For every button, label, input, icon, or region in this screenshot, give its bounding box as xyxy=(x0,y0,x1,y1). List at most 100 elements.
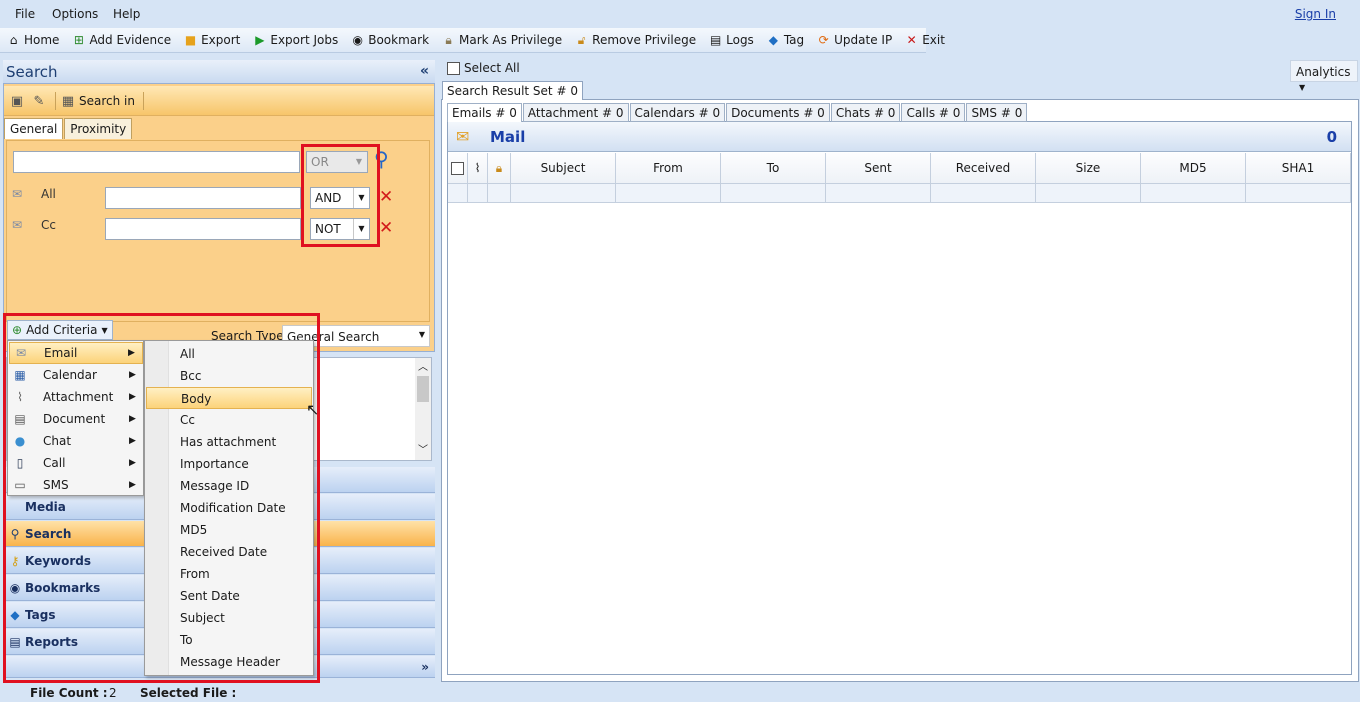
remove-privilege-button[interactable]: 🔓︎ Remove Privilege xyxy=(571,29,699,51)
chevron-down-icon: ▼ xyxy=(1299,83,1306,92)
export-jobs-button[interactable]: ▶ Export Jobs xyxy=(249,29,341,51)
search-icon[interactable]: ⚲ xyxy=(374,147,389,171)
field-modification-date[interactable]: Modification Date xyxy=(146,497,312,519)
mail-panel xyxy=(447,121,1352,675)
tab-attachment[interactable]: Attachment # 0 xyxy=(522,103,629,122)
field-md5[interactable]: MD5 xyxy=(146,519,312,541)
tab-chats[interactable]: Chats # 0 xyxy=(830,103,901,122)
criteria-cc-input[interactable] xyxy=(105,218,301,240)
menu-help[interactable]: Help xyxy=(113,7,140,21)
column-to[interactable]: To xyxy=(721,153,826,184)
category-document[interactable]: ▤ Document ▶ xyxy=(9,408,143,430)
field-message-id[interactable]: Message ID xyxy=(146,475,312,497)
exit-button[interactable]: ✕ Exit xyxy=(901,29,948,51)
select-column-header[interactable] xyxy=(448,153,468,184)
select-all-checkbox[interactable]: Select All xyxy=(447,61,520,75)
column-from[interactable]: From xyxy=(616,153,721,184)
add-criteria-button[interactable]: ⊕ Add Criteria ▼ xyxy=(7,320,113,340)
tab-emails[interactable]: Emails # 0 xyxy=(447,103,522,122)
tab-search-result-set[interactable]: Search Result Set # 0 xyxy=(442,81,583,100)
field-all[interactable]: All xyxy=(146,343,312,365)
eye-icon: ◉ xyxy=(9,580,21,595)
lock-icon[interactable]: 🔒︎ xyxy=(488,153,511,184)
menu-options[interactable]: Options xyxy=(52,7,98,21)
tab-proximity[interactable]: Proximity xyxy=(64,118,133,139)
chevron-down-icon[interactable]: ﹀ xyxy=(418,441,428,456)
category-call[interactable]: ▯ Call ▶ xyxy=(9,452,143,474)
document-icon: ▤ xyxy=(709,32,722,47)
field-bcc[interactable]: Bcc xyxy=(146,365,312,387)
key-icon: ⚷ xyxy=(10,553,20,568)
remove-criteria-cc-icon[interactable]: ✕ xyxy=(379,218,393,238)
export-button[interactable]: ■ Export xyxy=(180,29,243,51)
tab-documents[interactable]: Documents # 0 xyxy=(726,103,830,122)
chevron-right-icon: ▶ xyxy=(129,370,136,380)
home-button[interactable]: ⌂ Home xyxy=(3,29,62,51)
category-attachment[interactable]: ⌇ Attachment ▶ xyxy=(9,386,143,408)
collapse-icon[interactable]: « xyxy=(420,63,429,79)
paperclip-icon[interactable]: ⌇ xyxy=(468,153,488,184)
field-has-attachment[interactable]: Has attachment xyxy=(146,431,312,453)
field-received-date[interactable]: Received Date xyxy=(146,541,312,563)
chevron-right-icon: ▶ xyxy=(129,392,136,402)
field-sent-date[interactable]: Sent Date xyxy=(146,585,312,607)
update-ip-button[interactable]: ⟳ Update IP xyxy=(813,29,895,51)
tab-general[interactable]: General xyxy=(4,118,64,139)
category-email[interactable]: ✉ Email ▶ xyxy=(9,342,143,364)
field-body[interactable]: Body xyxy=(146,387,312,409)
chevron-right-icon: ▶ xyxy=(129,414,136,424)
category-chat[interactable]: ● Chat ▶ xyxy=(9,430,143,452)
field-importance[interactable]: Importance xyxy=(146,453,312,475)
chevron-down-icon: ▼ xyxy=(418,330,425,339)
criteria-all-input[interactable] xyxy=(105,187,301,209)
category-sms[interactable]: ▭ SMS ▶ xyxy=(9,474,143,496)
tab-calendars[interactable]: Calendars # 0 xyxy=(629,103,726,122)
sign-in-link[interactable]: Sign In xyxy=(1295,7,1336,21)
bookmark-button[interactable]: ◉ Bookmark xyxy=(347,29,432,51)
field-message-header[interactable]: Message Header xyxy=(146,651,312,673)
criteria-category-menu: ✉ Email ▶ ▦ Calendar ▶ ⌇ Attachment ▶ ▤ Documen… xyxy=(7,340,144,496)
not-operator-select[interactable]: NOT ▼ xyxy=(310,218,370,240)
file-count-label: File Count : xyxy=(30,686,108,700)
column-sent[interactable]: Sent xyxy=(826,153,931,184)
column-sha1[interactable]: SHA1 xyxy=(1246,153,1351,184)
logs-button[interactable]: ▤ Logs xyxy=(705,29,757,51)
field-from[interactable]: From xyxy=(146,563,312,585)
main-search-input[interactable] xyxy=(13,151,300,173)
eraser-icon[interactable]: ✎ xyxy=(30,92,48,110)
mouse-cursor-icon: ↖ xyxy=(306,400,320,419)
analytics-dropdown[interactable]: Analytics ▼ xyxy=(1290,60,1358,92)
calendar-icon: ▦ xyxy=(14,368,26,382)
column-md5[interactable]: MD5 xyxy=(1141,153,1246,184)
field-cc[interactable]: Cc xyxy=(146,409,312,431)
menu-file[interactable]: File xyxy=(15,7,35,21)
search-in-button[interactable]: Search in xyxy=(79,94,135,108)
chevron-right-icon: ▶ xyxy=(128,348,135,358)
add-evidence-button[interactable]: ⊞ Add Evidence xyxy=(68,29,174,51)
scrollbar[interactable]: ︿ ﹀ xyxy=(415,358,431,460)
tab-calls[interactable]: Calls # 0 xyxy=(901,103,966,122)
save-icon[interactable]: ▣ xyxy=(8,92,26,110)
add-evidence-icon: ⊞ xyxy=(73,32,84,47)
category-calendar[interactable]: ▦ Calendar ▶ xyxy=(9,364,143,386)
field-to[interactable]: To xyxy=(146,629,312,651)
search-panel-header: Search « xyxy=(3,60,435,84)
criteria-label-cc: Cc xyxy=(41,218,56,232)
tag-button[interactable]: ◆ Tag xyxy=(763,29,807,51)
column-size[interactable]: Size xyxy=(1036,153,1141,184)
tag-icon: ◆ xyxy=(10,607,20,622)
remove-criteria-all-icon[interactable]: ✕ xyxy=(379,187,393,207)
column-subject[interactable]: Subject xyxy=(511,153,616,184)
mark-privilege-button[interactable]: 🔒︎ Mark As Privilege xyxy=(438,29,565,51)
field-subject[interactable]: Subject xyxy=(146,607,312,629)
lock-icon: 🔒︎ xyxy=(445,32,452,47)
first-operator-select[interactable]: OR ▼ xyxy=(306,151,368,173)
tab-sms[interactable]: SMS # 0 xyxy=(966,103,1028,122)
column-received[interactable]: Received xyxy=(931,153,1036,184)
sms-icon: ▭ xyxy=(14,478,26,492)
chevron-up-icon[interactable]: ︿ xyxy=(418,358,428,373)
report-icon: ▤ xyxy=(9,634,21,649)
refresh-icon: ⟳ xyxy=(818,32,829,47)
and-operator-select[interactable]: AND ▼ xyxy=(310,187,370,209)
chevron-right-icon: ▶ xyxy=(129,436,136,446)
